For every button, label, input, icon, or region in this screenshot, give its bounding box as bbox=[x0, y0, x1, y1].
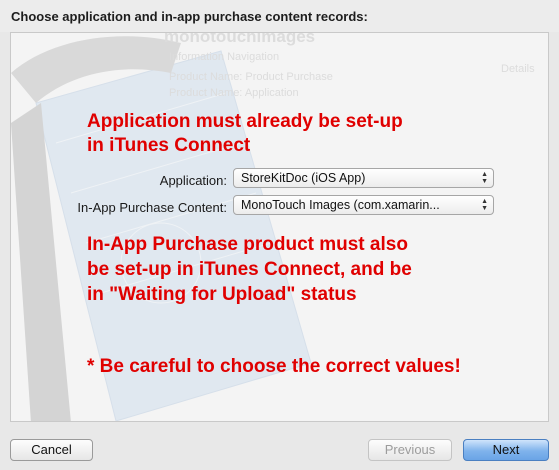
updown-arrows-icon: ▲ ▼ bbox=[481, 198, 488, 212]
application-select-value: StoreKitDoc (iOS App) bbox=[241, 171, 366, 185]
faded-background-text: Product Name: Application bbox=[169, 87, 299, 99]
cancel-button[interactable]: Cancel bbox=[10, 439, 93, 461]
faded-background-text: Details bbox=[501, 63, 535, 75]
application-label: Application: bbox=[159, 173, 227, 188]
note-application-setup-line2: in iTunes Connect bbox=[87, 135, 251, 156]
note-iap-setup-line1: In-App Purchase product must also bbox=[87, 234, 408, 255]
dialog-title: Choose application and in-app purchase c… bbox=[11, 9, 368, 24]
content-panel: monotouchimages Information Navigation P… bbox=[10, 32, 549, 422]
updown-arrows-icon: ▲ ▼ bbox=[481, 171, 488, 185]
iap-content-select-value: MonoTouch Images (com.xamarin... bbox=[241, 198, 440, 212]
iap-content-label: In-App Purchase Content: bbox=[77, 200, 227, 215]
dialog-header: Choose application and in-app purchase c… bbox=[0, 0, 559, 32]
faded-background-text: Product Name: Product Purchase bbox=[169, 71, 333, 83]
previous-button[interactable]: Previous bbox=[368, 439, 452, 461]
faded-background-text: monotouchimages bbox=[164, 32, 316, 46]
note-iap-setup-line2: be set-up in iTunes Connect, and be bbox=[87, 259, 412, 280]
note-iap-setup-line3: in "Waiting for Upload" status bbox=[87, 284, 357, 305]
application-select[interactable]: StoreKitDoc (iOS App) ▲ ▼ bbox=[233, 168, 494, 188]
iap-content-select[interactable]: MonoTouch Images (com.xamarin... ▲ ▼ bbox=[233, 195, 494, 215]
note-careful-values: * Be careful to choose the correct value… bbox=[87, 356, 461, 377]
faded-background-text: Information Navigation bbox=[169, 51, 280, 63]
note-application-setup-line1: Application must already be set-up bbox=[87, 111, 403, 132]
next-button[interactable]: Next bbox=[463, 439, 549, 461]
